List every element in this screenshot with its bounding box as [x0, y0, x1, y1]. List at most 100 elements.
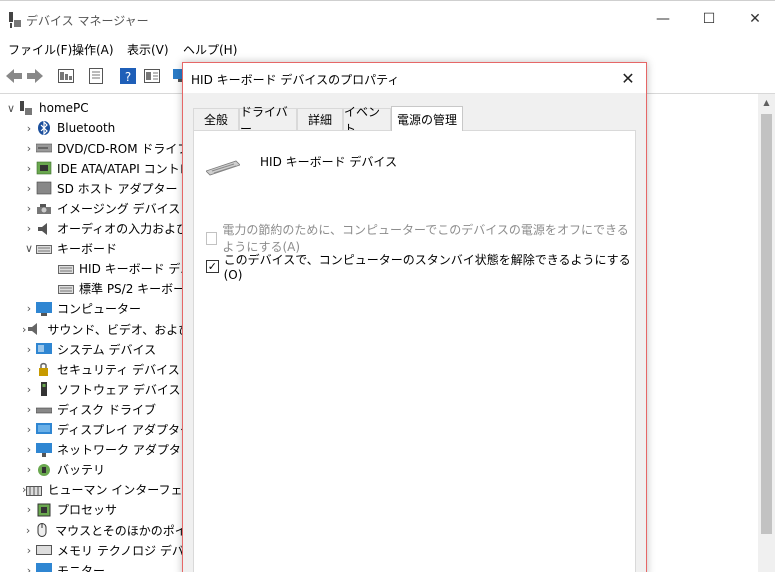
- sd-host-icon: [36, 181, 52, 195]
- power-management-panel: HID キーボード デバイス 電力の節約のために、コンピューターでこのデバイスの…: [193, 130, 636, 572]
- minimize-button[interactable]: —: [640, 1, 686, 37]
- tab-details[interactable]: 詳細: [297, 108, 343, 130]
- chevron-right-icon[interactable]: ›: [22, 122, 36, 135]
- tree-item-label: システム デバイス: [57, 342, 157, 357]
- security-device-icon: [39, 363, 48, 377]
- tree-item-label: ネットワーク アダプター: [57, 443, 193, 458]
- chevron-right-icon[interactable]: ›: [22, 403, 36, 416]
- menu-action[interactable]: 操作(A): [72, 41, 114, 58]
- grid-view-icon: [58, 69, 74, 83]
- console-view-icon: [144, 69, 160, 83]
- tree-item-label: SD ホスト アダプター: [57, 181, 178, 196]
- sound-icon: [28, 323, 38, 335]
- tab-strip: 全般 ドライバー 詳細 イベント 電源の管理: [193, 105, 639, 136]
- help-button[interactable]: ?: [118, 66, 138, 86]
- tree-item-label: 標準 PS/2 キーボード: [79, 282, 198, 297]
- menu-help[interactable]: ヘルプ(H): [183, 41, 237, 58]
- properties-icon: [89, 68, 103, 84]
- scroll-thumb[interactable]: [761, 114, 772, 534]
- console-view-button[interactable]: [142, 66, 162, 86]
- keyboard-icon: [58, 284, 74, 294]
- tree-item-label: バッテリ: [57, 463, 106, 478]
- chevron-right-icon[interactable]: ›: [22, 162, 36, 175]
- chevron-right-icon[interactable]: ›: [22, 363, 36, 376]
- hid-icon: [26, 485, 43, 496]
- properties-dialog: HID キーボード デバイスのプロパティ ✕ 全般 ドライバー 詳細 イベント …: [182, 62, 647, 572]
- chevron-right-icon[interactable]: ›: [22, 503, 36, 516]
- network-adapter-icon: [36, 442, 52, 457]
- dialog-title-bar: HID キーボード デバイスのプロパティ ✕: [183, 63, 646, 93]
- keyboard-icon: [36, 244, 52, 254]
- memory-device-icon: [36, 545, 52, 556]
- back-button[interactable]: [4, 66, 24, 86]
- svg-text:?: ?: [125, 70, 131, 84]
- chevron-right-icon[interactable]: ›: [22, 463, 36, 476]
- audio-icon: [38, 222, 47, 235]
- tree-item-label: キーボード: [57, 242, 118, 257]
- vertical-scrollbar[interactable]: ▲: [758, 94, 775, 572]
- allow-power-off-label: 電力の節約のために、コンピューターでこのデバイスの電源をオフにできるようにする(…: [222, 223, 629, 254]
- computer-icon: [36, 301, 52, 316]
- chevron-right-icon[interactable]: ›: [22, 343, 36, 356]
- keyboard-icon: [58, 264, 74, 274]
- battery-icon: [38, 463, 50, 476]
- tab-general[interactable]: 全般: [193, 108, 239, 130]
- tree-item-label: ディスプレイ アダプター: [57, 423, 192, 437]
- tree-item-label: IDE ATA/ATAPI コントロ: [57, 161, 192, 176]
- dialog-close-button[interactable]: ✕: [615, 67, 641, 89]
- monitor-icon: [36, 563, 52, 572]
- mouse-icon: [37, 523, 47, 537]
- imaging-device-icon: [37, 204, 51, 215]
- device-manager-icon: [9, 12, 21, 28]
- allow-wake-checkbox[interactable]: ✓: [206, 260, 219, 273]
- help-icon: ?: [120, 68, 136, 84]
- tree-item-label: ディスク ドライブ: [57, 402, 156, 417]
- forward-button[interactable]: [25, 66, 45, 86]
- chevron-right-icon[interactable]: ›: [22, 222, 36, 235]
- processor-icon: [37, 503, 51, 517]
- tab-events[interactable]: イベント: [343, 105, 391, 136]
- chevron-right-icon[interactable]: ›: [22, 564, 36, 572]
- ide-controller-icon: [36, 161, 52, 175]
- system-device-icon: [36, 343, 52, 355]
- window-title: デバイス マネージャー: [26, 14, 149, 28]
- back-arrow-icon: [6, 69, 22, 83]
- chevron-down-icon[interactable]: ∨: [4, 102, 18, 115]
- menu-bar: ファイル(F) 操作(A) 表示(V) ヘルプ(H): [0, 38, 775, 60]
- tab-power-management[interactable]: 電源の管理: [391, 106, 463, 131]
- keyboard-icon: [206, 160, 240, 176]
- close-button[interactable]: ✕: [732, 1, 775, 37]
- tree-item-label: コンピューター: [57, 302, 142, 317]
- chevron-right-icon[interactable]: ›: [22, 443, 36, 456]
- chevron-right-icon[interactable]: ›: [22, 524, 34, 537]
- maximize-button[interactable]: ☐: [686, 1, 732, 37]
- tree-root[interactable]: ∨ homePC: [4, 98, 204, 118]
- chevron-right-icon[interactable]: ›: [22, 423, 36, 436]
- tree-item-label: DVD/CD-ROM ドライブ: [57, 141, 190, 156]
- chevron-right-icon[interactable]: ›: [22, 383, 36, 396]
- forward-arrow-icon: [27, 69, 43, 83]
- tree-item-label: セキュリティ デバイス: [57, 362, 180, 377]
- chevron-right-icon[interactable]: ›: [22, 142, 36, 155]
- view-grid-button[interactable]: [56, 66, 76, 86]
- tree-item-label: モニター: [57, 563, 106, 572]
- chevron-down-icon[interactable]: ∨: [22, 242, 36, 255]
- chevron-right-icon[interactable]: ›: [22, 544, 36, 557]
- computer-icon: [20, 101, 32, 115]
- menu-view[interactable]: 表示(V): [127, 41, 169, 58]
- tab-driver[interactable]: ドライバー: [239, 105, 297, 136]
- properties-button[interactable]: [86, 66, 106, 86]
- device-name: HID キーボード デバイス: [260, 155, 398, 169]
- chevron-right-icon[interactable]: ›: [22, 302, 36, 315]
- menu-file[interactable]: ファイル(F): [8, 41, 72, 58]
- allow-wake-option: ✓ このデバイスで、コンピューターのスタンバイ状態を解除できるようにする(O): [206, 251, 635, 282]
- tree-item-label: ソフトウェア デバイス: [57, 382, 181, 397]
- display-adapter-icon: [36, 422, 52, 434]
- chevron-right-icon[interactable]: ›: [22, 202, 36, 215]
- scroll-up-arrow-icon[interactable]: ▲: [758, 94, 775, 111]
- allow-power-off-checkbox[interactable]: [206, 231, 218, 245]
- allow-wake-label: このデバイスで、コンピューターのスタンバイ状態を解除できるようにする(O): [223, 253, 631, 282]
- tree-item-label: イメージング デバイス: [57, 201, 181, 216]
- software-device-icon: [41, 382, 47, 397]
- chevron-right-icon[interactable]: ›: [22, 182, 36, 195]
